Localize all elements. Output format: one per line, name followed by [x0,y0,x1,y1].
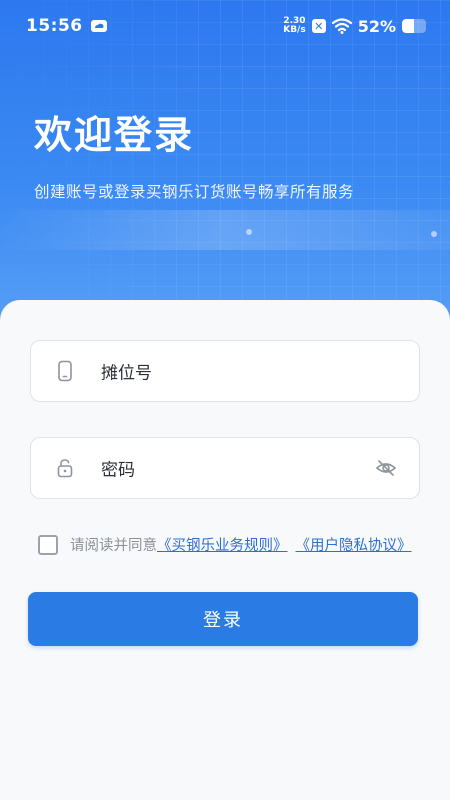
network-speed-unit: KB/s [283,25,306,35]
battery-percent: 52% [357,16,396,36]
login-screen: 15:56 2.30 KB/s ✕ 52% 欢迎登录 创建账号或登录买钢乐订货账… [0,0,450,800]
status-bar: 15:56 2.30 KB/s ✕ 52% [0,0,450,52]
phone-icon [58,360,72,382]
cloud-icon [90,20,107,32]
lock-icon [57,459,73,478]
business-rules-link[interactable]: 《买钢乐业务规则》 [157,534,288,555]
eye-off-icon[interactable] [375,457,397,479]
light-streak [0,210,450,250]
stall-number-field[interactable]: 摊位号 [30,340,420,402]
agreement-checkbox[interactable] [38,534,58,555]
login-button[interactable]: 登录 [28,592,418,646]
status-left: 15:56 [26,16,107,36]
decor-dot [431,231,437,237]
network-speed: 2.30 KB/s [283,17,305,35]
decor-dot [246,229,252,235]
password-placeholder: 密码 [101,460,135,481]
no-sim-icon: ✕ [311,19,326,33]
battery-icon [402,19,426,33]
page-subtitle: 创建账号或登录买钢乐订货账号畅享所有服务 [34,183,355,201]
agreement-text: 请阅读并同意 [70,538,157,554]
password-field[interactable]: 密码 [30,437,420,499]
wifi-icon [331,18,352,34]
status-right: 2.30 KB/s ✕ 52% [283,17,426,36]
agreement-row: 请阅读并同意 《买钢乐业务规则》 《用户隐私协议》 [38,534,412,555]
page-title: 欢迎登录 [34,113,195,157]
stall-number-placeholder: 摊位号 [101,363,152,384]
battery-level [402,19,415,33]
clock: 15:56 [26,16,83,36]
privacy-policy-link[interactable]: 《用户隐私协议》 [296,534,412,555]
